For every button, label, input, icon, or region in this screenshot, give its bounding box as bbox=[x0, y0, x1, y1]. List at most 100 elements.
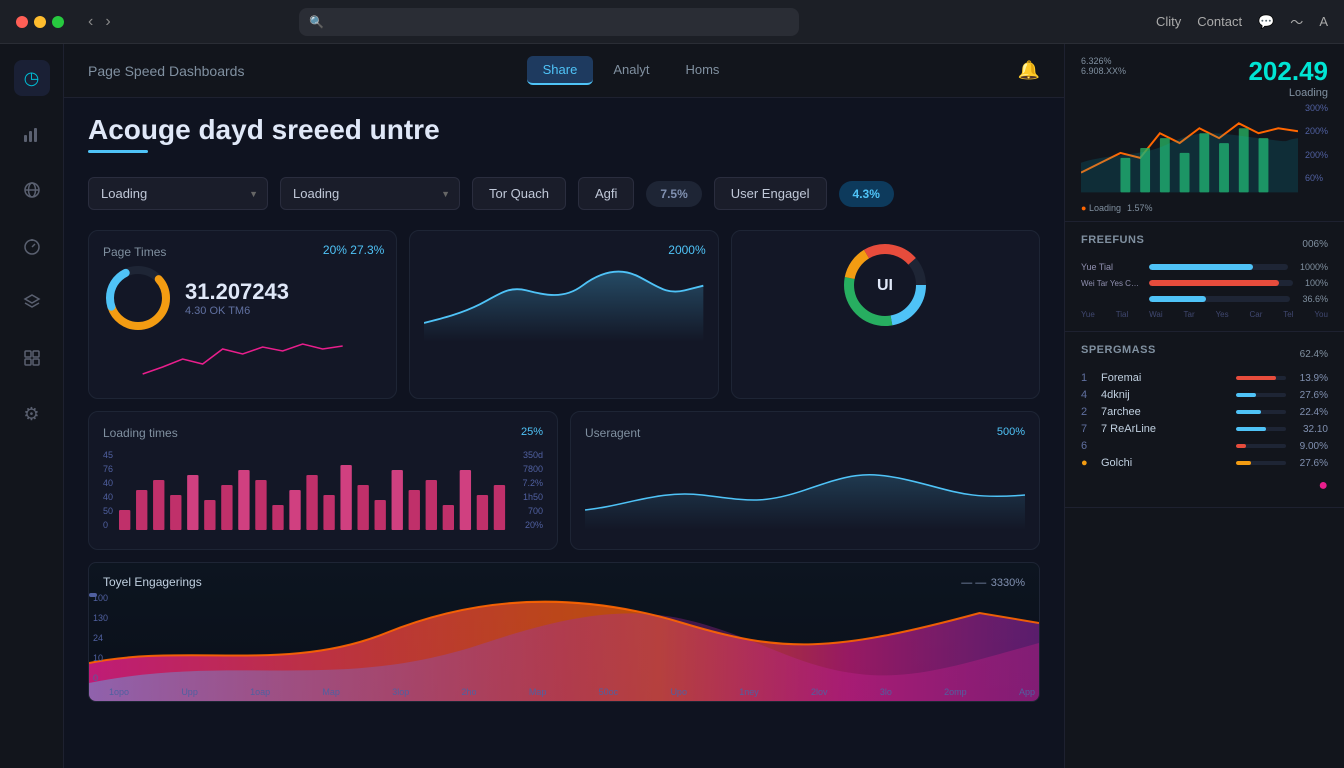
x-label-0: 1opo bbox=[109, 687, 129, 697]
nav-item-homs[interactable]: Homs bbox=[669, 56, 735, 85]
page-heading: Acouge dayd sreeed untre bbox=[88, 114, 1040, 146]
right-panel-sub: Loading bbox=[1248, 87, 1328, 99]
sidebar-icon-box[interactable] bbox=[14, 340, 50, 376]
x-label-13: App bbox=[1019, 687, 1035, 697]
user-engagement-title: Useragent bbox=[585, 426, 640, 440]
nav-arrows: ‹ › bbox=[84, 11, 115, 33]
x-label-7: 50oc bbox=[599, 687, 619, 697]
right-panel-chart: 6.326% 6.908.XX% 202.49 Loading 300%200%… bbox=[1065, 44, 1344, 222]
sperg-row-3: 2 7archee 22.4% bbox=[1081, 406, 1328, 418]
x-label-5: 2ho bbox=[462, 687, 477, 697]
sidebar-icon-timer[interactable] bbox=[14, 228, 50, 264]
freefuns-section: Freefuns 006% Yue Tial 1000% Wei Tar Yes… bbox=[1065, 222, 1344, 332]
maximize-button[interactable] bbox=[52, 16, 64, 28]
sperg-name-1: Foremai bbox=[1101, 372, 1230, 384]
sperg-row-6: ● Golchi 27.6% bbox=[1081, 457, 1328, 469]
sidebar-icon-network[interactable] bbox=[14, 172, 50, 208]
x-label-9: 1ney bbox=[739, 687, 759, 697]
sperg-row-1: 1 Foremai 13.9% bbox=[1081, 372, 1328, 384]
sidebar: ◷ bbox=[0, 44, 64, 768]
clity-link[interactable]: Clity bbox=[1156, 14, 1181, 29]
chart-label-b: 6.908.XX% bbox=[1081, 66, 1126, 76]
font-icon[interactable]: A bbox=[1319, 14, 1328, 29]
dropdown1-wrap: Loading bbox=[88, 177, 268, 210]
loading-times-chart: 45764040500 bbox=[103, 450, 543, 530]
x-label-10: 2lov bbox=[811, 687, 828, 697]
x-label-11: 3lo bbox=[880, 687, 892, 697]
dropdown2[interactable]: Loading bbox=[280, 177, 460, 210]
chart-label-a: 6.326% bbox=[1081, 56, 1112, 66]
sperg-pct-5: 9.00% bbox=[1292, 441, 1328, 452]
sperg-pct-1: 13.9% bbox=[1292, 373, 1328, 384]
x-label-1: Upp bbox=[181, 687, 198, 697]
chat-icon[interactable]: 💬 bbox=[1258, 14, 1274, 30]
middle-pct: 2000% bbox=[668, 243, 705, 257]
card-loading-times: Loading times 25% 45764040500 bbox=[88, 411, 558, 550]
sperg-pct-4: 32.10 bbox=[1292, 424, 1328, 435]
forward-arrow[interactable]: › bbox=[101, 11, 114, 33]
sperg-num-4: 7 bbox=[1081, 423, 1095, 435]
total-eng-marker: — — bbox=[961, 577, 986, 589]
dropdown1[interactable]: Loading bbox=[88, 177, 268, 210]
spergmass-section: SpergMass 62.4% 1 Foremai 13.9% 4 4dknij… bbox=[1065, 332, 1344, 508]
sperg-name-3: 7archee bbox=[1101, 406, 1230, 418]
filter-row: Loading Loading Tor Quach Agfi 7.5% User… bbox=[88, 177, 1040, 210]
total-eng-title: Toyel Engagerings bbox=[103, 575, 202, 589]
freefuns-pct3: 36.6% bbox=[1302, 294, 1328, 304]
x-label-4: 3lop bbox=[392, 687, 409, 697]
filter-badge3: User Engagel bbox=[714, 177, 827, 210]
app-header: Page Speed Dashboards Share Analyt Homs … bbox=[64, 44, 1064, 98]
sidebar-icon-settings[interactable]: ⚙ bbox=[14, 396, 50, 432]
app-title: Page Speed Dashboards bbox=[88, 63, 244, 79]
card-middle-chart: 2000% bbox=[409, 230, 718, 399]
freefuns-row-3: 36.6% bbox=[1081, 294, 1328, 304]
right-panel-value: 202.49 bbox=[1248, 56, 1328, 87]
sperg-num-5: 6 bbox=[1081, 440, 1095, 452]
freefuns-row-2: Wei Tar Yes Car Tel You 100% bbox=[1081, 278, 1328, 288]
filter-badge2: Agfi bbox=[578, 177, 634, 210]
sidebar-icon-chart[interactable] bbox=[14, 116, 50, 152]
x-label-3: Map bbox=[322, 687, 340, 697]
bottom-grid: Loading times 25% 45764040500 bbox=[88, 411, 1040, 550]
sperg-pct-2: 27.6% bbox=[1292, 390, 1328, 401]
x-label-8: Upo bbox=[670, 687, 687, 697]
right-chart-area: 300%200%200%60% bbox=[1081, 103, 1328, 203]
stats-grid: Page Times 20% 27.3% bbox=[88, 230, 1040, 399]
sperg-num-1: 1 bbox=[1081, 372, 1095, 384]
wave-icon: 〜 bbox=[1290, 12, 1303, 31]
card-total-engagements: Toyel Engagerings — — 3330% 10013024100 bbox=[88, 562, 1040, 702]
heading-underline bbox=[88, 150, 148, 153]
sperg-row-2: 4 4dknij 27.6% bbox=[1081, 389, 1328, 401]
filter-pill1[interactable]: 7.5% bbox=[646, 181, 701, 207]
sperg-name-2: 4dknij bbox=[1101, 389, 1230, 401]
freefuns-pct: 006% bbox=[1302, 239, 1328, 250]
bell-icon[interactable]: 🔔 bbox=[1018, 60, 1040, 81]
x-label-2: 1oap bbox=[250, 687, 270, 697]
page-times-chart bbox=[103, 339, 382, 384]
nav-item-analyt[interactable]: Analyt bbox=[597, 56, 665, 85]
nav-item-share[interactable]: Share bbox=[527, 56, 594, 85]
page-times-gauge bbox=[103, 263, 173, 333]
minimize-button[interactable] bbox=[34, 16, 46, 28]
dropdown2-wrap: Loading bbox=[280, 177, 460, 210]
sperg-extra-dot: ● bbox=[1081, 477, 1328, 495]
contact-link[interactable]: Contact bbox=[1197, 14, 1242, 29]
svg-text:UI: UI bbox=[877, 277, 893, 294]
loading-times-pct: 25% bbox=[521, 426, 543, 444]
traffic-lights bbox=[16, 16, 64, 28]
sperg-num-3: 2 bbox=[1081, 406, 1095, 418]
card-donut: UI bbox=[731, 230, 1040, 399]
page-times-values: 31.207243 4.30 OK TM6 bbox=[185, 279, 289, 317]
close-button[interactable] bbox=[16, 16, 28, 28]
back-arrow[interactable]: ‹ bbox=[84, 11, 97, 33]
sidebar-icon-clock[interactable]: ◷ bbox=[14, 60, 50, 96]
sperg-num-2: 4 bbox=[1081, 389, 1095, 401]
filter-pill3[interactable]: 4.3% bbox=[839, 181, 894, 207]
sidebar-icon-layers[interactable] bbox=[14, 284, 50, 320]
card-page-times: Page Times 20% 27.3% bbox=[88, 230, 397, 399]
app-container: ◷ bbox=[0, 44, 1344, 768]
sperg-num-6: ● bbox=[1081, 457, 1095, 469]
address-bar[interactable]: 🔍 bbox=[299, 8, 799, 36]
browser-chrome: ‹ › 🔍 Clity Contact 💬 〜 A bbox=[0, 0, 1344, 44]
donut-wrap: UI bbox=[746, 245, 1025, 325]
